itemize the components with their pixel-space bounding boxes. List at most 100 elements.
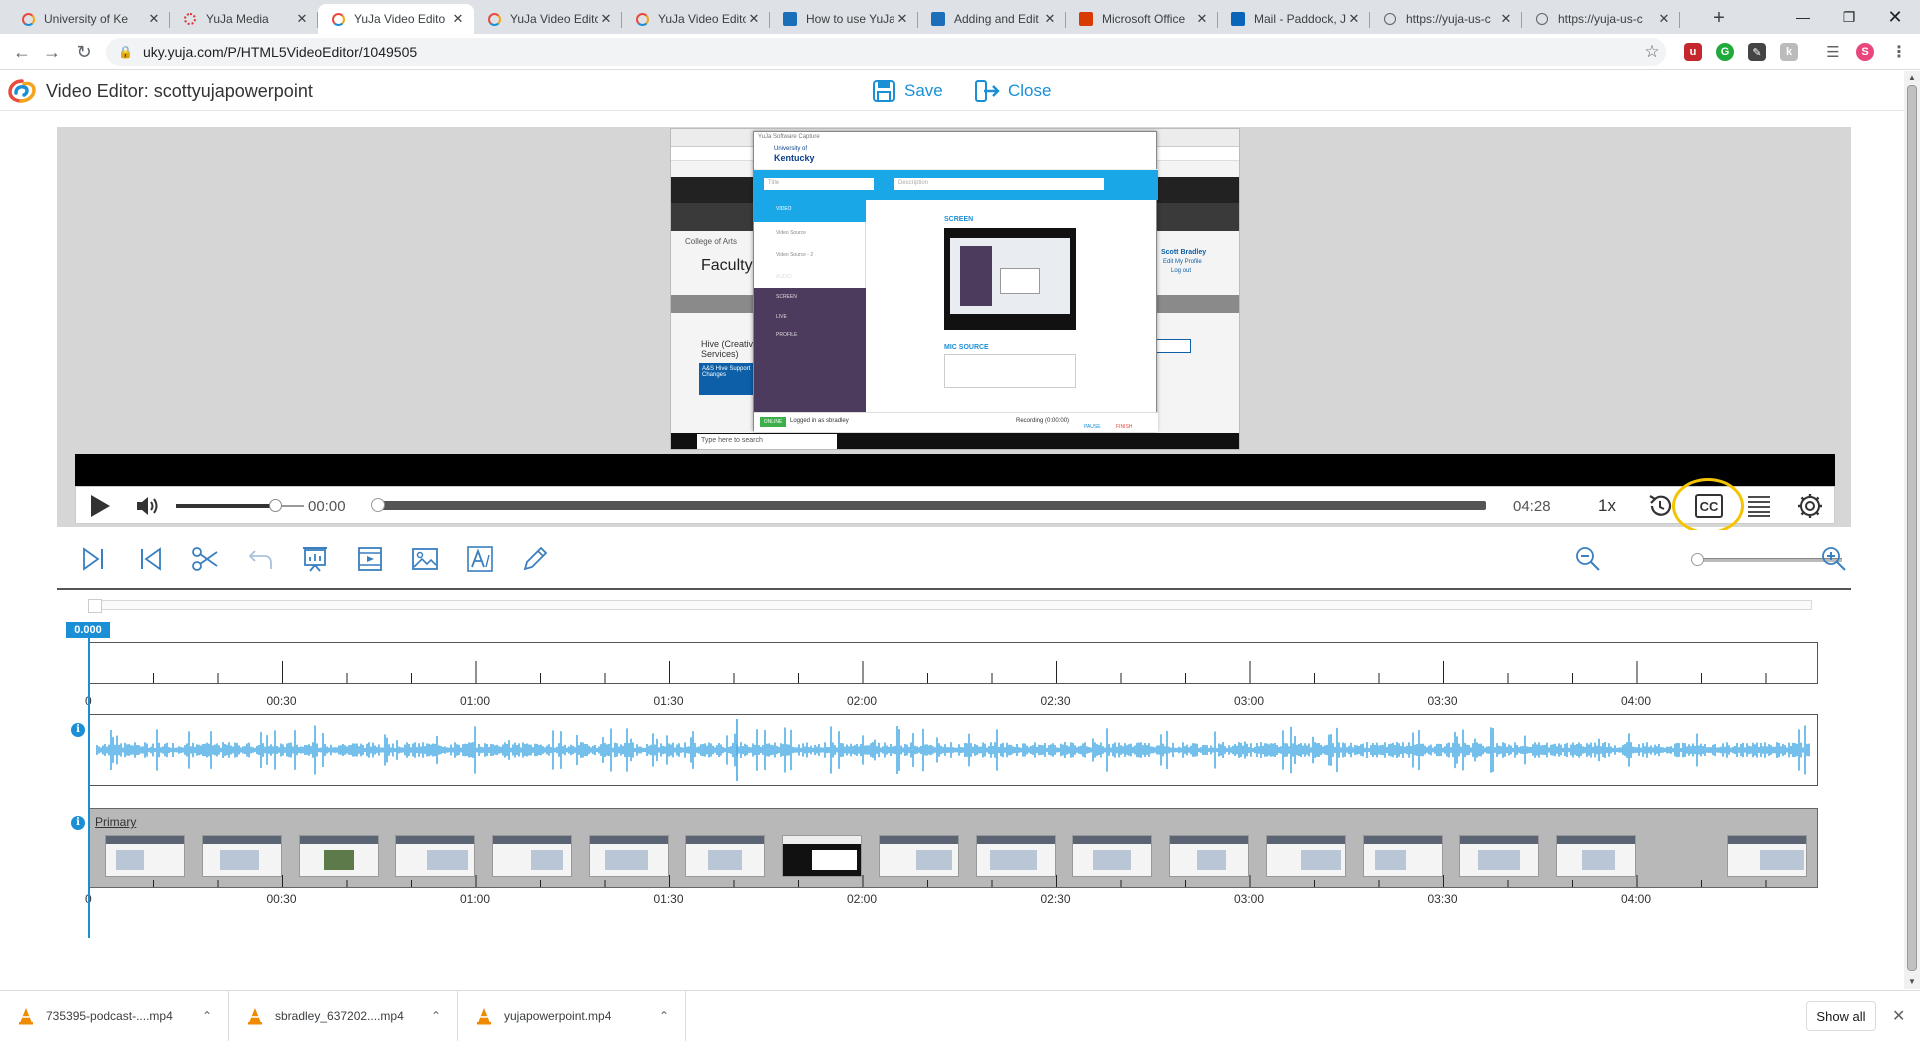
tab-close-icon[interactable]: ✕	[1194, 11, 1210, 27]
timeline-scrollbar[interactable]	[88, 599, 1812, 613]
captions-button[interactable]: CC	[1693, 492, 1725, 520]
presentation-icon	[303, 547, 327, 572]
play-button[interactable]	[86, 492, 114, 520]
playback-speed-button[interactable]: 1x	[1590, 492, 1624, 520]
scrollbar-thumb[interactable]	[1907, 85, 1917, 971]
seek-bar[interactable]	[371, 498, 1486, 512]
tab-close-icon[interactable]: ✕	[1346, 11, 1362, 27]
close-label: Close	[1008, 81, 1052, 100]
tab-close-icon[interactable]: ✕	[294, 11, 310, 27]
tab-close-icon[interactable]: ✕	[598, 11, 614, 27]
video-thumbnail	[879, 835, 959, 877]
page-scrollbar[interactable]: ▲ ▼	[1904, 71, 1920, 989]
reload-icon[interactable]: ↻	[70, 38, 98, 66]
minimize-icon[interactable]: —	[1780, 0, 1826, 34]
volume-icon	[137, 497, 158, 515]
browser-tab[interactable]: YuJa Media ✕	[170, 4, 318, 34]
video-frame[interactable]: College of Arts Faculty Hive (Creative S…	[670, 128, 1240, 450]
zoom-slider-handle[interactable]	[1691, 553, 1704, 566]
audio-track[interactable]	[88, 714, 1818, 786]
tab-close-icon[interactable]: ✕	[1656, 11, 1672, 27]
forward-icon[interactable]: →	[38, 38, 66, 66]
new-tab-button[interactable]: +	[1706, 6, 1732, 32]
video-thumbnail	[589, 835, 669, 877]
timeline-scroll-handle[interactable]	[88, 599, 102, 613]
skip-to-start-button[interactable]	[135, 544, 165, 574]
yuja-icon	[486, 11, 502, 27]
volume-slider-handle[interactable]	[269, 499, 282, 512]
zoom-in-button[interactable]	[1819, 544, 1849, 574]
app-header: Video Editor: scottyujapowerpoint Save C…	[0, 71, 1904, 111]
audio-info-icon[interactable]: i	[71, 723, 85, 737]
cut-button[interactable]	[190, 544, 220, 574]
address-bar[interactable]: 🔒 uky.yuja.com/P/HTML5VideoEditor/104950…	[106, 38, 1666, 66]
extension-icon[interactable]: k	[1780, 43, 1798, 61]
chevron-up-icon[interactable]: ⌃	[202, 1009, 212, 1023]
profile-avatar[interactable]: S	[1856, 43, 1874, 61]
outlook-icon	[1230, 11, 1246, 27]
media-queue-icon[interactable]: ☰	[1824, 43, 1842, 61]
zoom-out-button[interactable]	[1573, 544, 1603, 574]
volume-slider[interactable]	[176, 504, 276, 508]
chapters-button[interactable]	[1743, 492, 1775, 520]
browser-tab[interactable]: https://yuja-us-c ✕	[1522, 4, 1680, 34]
browser-tab[interactable]: University of Ke ✕	[8, 4, 170, 34]
settings-button[interactable]	[1794, 492, 1826, 520]
yuja-icon	[330, 11, 346, 27]
browser-menu-icon[interactable]: ⋮	[1890, 43, 1908, 61]
close-downloads-icon[interactable]: ✕	[1892, 1006, 1905, 1026]
tab-close-icon[interactable]: ✕	[1498, 11, 1514, 27]
scroll-down-icon[interactable]: ▼	[1904, 975, 1920, 989]
tab-close-icon[interactable]: ✕	[746, 11, 762, 27]
time-ruler[interactable]	[88, 642, 1818, 684]
eyedropper-extension-icon[interactable]: ✎	[1748, 43, 1766, 61]
maximize-icon[interactable]: ❐	[1826, 0, 1872, 34]
playhead-line[interactable]	[88, 638, 90, 938]
insert-text-button[interactable]	[465, 544, 495, 574]
tab-close-icon[interactable]: ✕	[894, 11, 910, 27]
download-item[interactable]: sbradley_637202....mp4 ⌃	[229, 991, 458, 1041]
video-thumbnail	[1727, 835, 1807, 877]
browser-tab[interactable]: Microsoft Office ✕	[1066, 4, 1218, 34]
show-all-downloads-button[interactable]: Show all	[1806, 1001, 1876, 1031]
window-close-icon[interactable]: ✕	[1872, 0, 1918, 34]
ruler-ticks	[89, 661, 1767, 683]
tab-close-icon[interactable]: ✕	[1042, 11, 1058, 27]
tab-close-icon[interactable]: ✕	[146, 11, 162, 27]
ublock-extension-icon[interactable]: u	[1684, 43, 1702, 61]
save-button[interactable]: Save	[872, 77, 943, 105]
browser-tab[interactable]: How to use YuJa ✕	[770, 4, 918, 34]
volume-button[interactable]	[134, 492, 162, 520]
grammarly-extension-icon[interactable]: G	[1716, 43, 1734, 61]
video-track[interactable]: Primary	[88, 808, 1818, 888]
insert-image-button[interactable]	[410, 544, 440, 574]
browser-tab[interactable]: YuJa Video Edito ✕	[318, 4, 474, 34]
undo-button[interactable]	[245, 544, 275, 574]
tab-close-icon[interactable]: ✕	[450, 11, 466, 27]
insert-slides-button[interactable]	[300, 544, 330, 574]
annotate-button[interactable]	[520, 544, 550, 574]
replay-button[interactable]	[1644, 492, 1676, 520]
scroll-up-icon[interactable]: ▲	[1904, 71, 1920, 85]
video-track-info-icon[interactable]: i	[71, 816, 85, 830]
browser-tab[interactable]: Mail - Paddock, J ✕	[1218, 4, 1370, 34]
chevron-up-icon[interactable]: ⌃	[659, 1009, 669, 1023]
close-button[interactable]: Close	[974, 77, 1051, 105]
download-item[interactable]: 735395-podcast-....mp4 ⌃	[0, 991, 229, 1041]
browser-tab[interactable]: https://yuja-us-c ✕	[1370, 4, 1522, 34]
image-icon	[412, 548, 438, 570]
browser-tab[interactable]: YuJa Video Edito ✕	[474, 4, 622, 34]
insert-video-button[interactable]	[355, 544, 385, 574]
chevron-up-icon[interactable]: ⌃	[431, 1009, 441, 1023]
browser-tab[interactable]: YuJa Video Edito ✕	[622, 4, 770, 34]
back-icon[interactable]: ←	[8, 38, 36, 66]
seek-handle[interactable]	[371, 498, 385, 512]
screen-window-title: YuJa Software Capture	[758, 134, 820, 140]
browser-tab[interactable]: Adding and Edit ✕	[918, 4, 1066, 34]
screen-source-item: VIDEO	[776, 206, 792, 212]
tab-title: YuJa Video Edito	[658, 12, 746, 26]
download-item[interactable]: yujapowerpoint.mp4 ⌃	[458, 991, 686, 1041]
playhead-time[interactable]: 0.000	[66, 622, 110, 638]
skip-to-end-button[interactable]	[79, 544, 109, 574]
bookmark-star-icon[interactable]: ☆	[1638, 38, 1666, 66]
